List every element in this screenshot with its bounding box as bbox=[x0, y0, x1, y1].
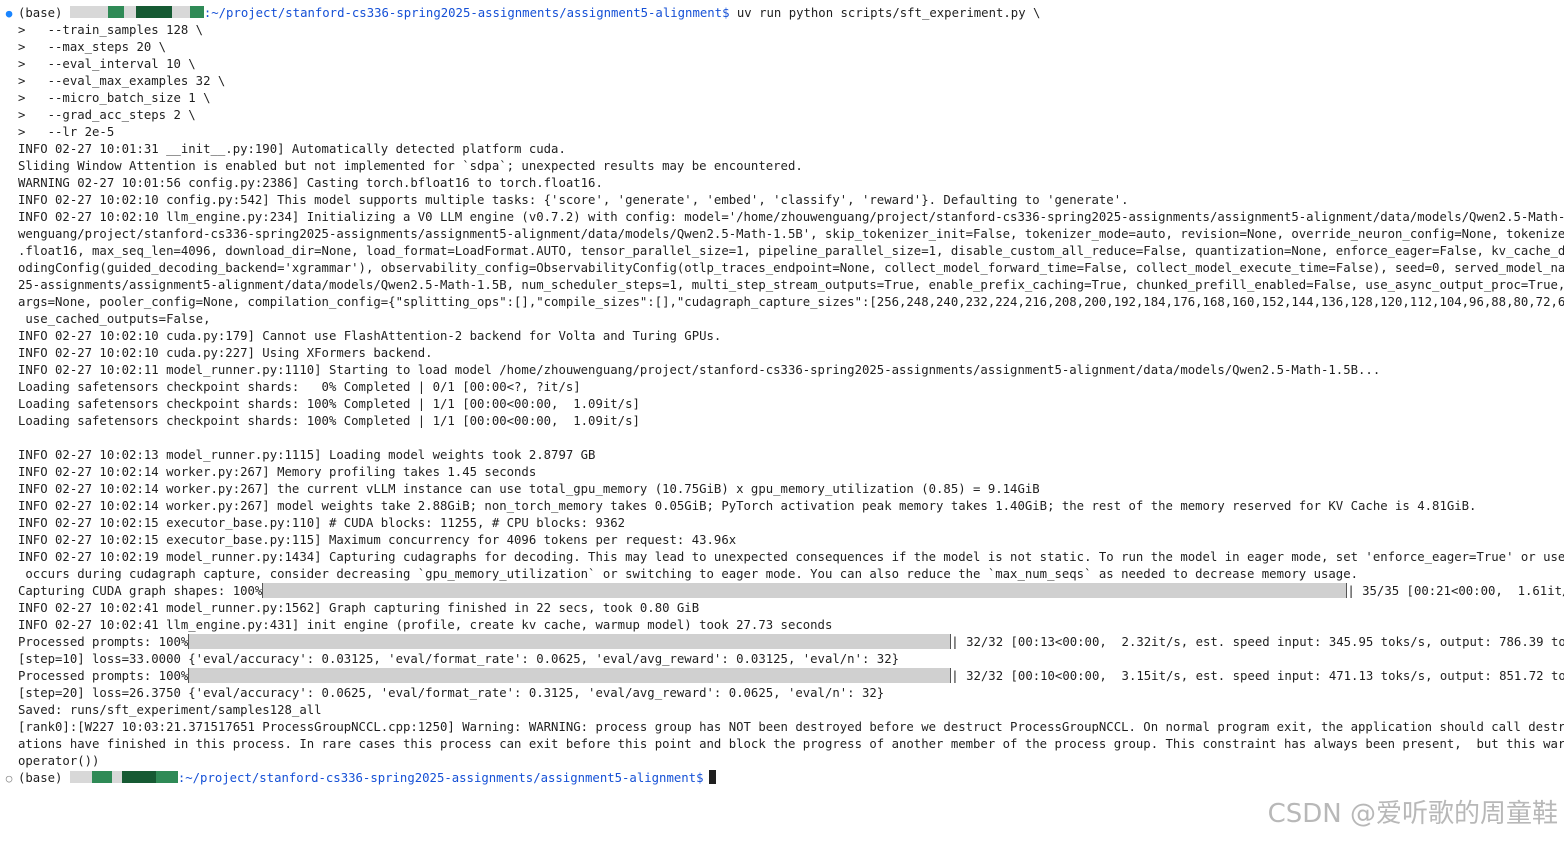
log-line: INFO 02-27 10:01:31 __init__.py:190] Aut… bbox=[18, 142, 566, 156]
redacted-block bbox=[107, 6, 124, 18]
redacted-hostname bbox=[135, 6, 172, 18]
progress-stats: | 32/32 [00:10<00:00, 3.15it/s, est. spe… bbox=[951, 669, 1564, 683]
progress-stats: | 35/35 [00:21<00:00, 1.61it/s] bbox=[1347, 584, 1564, 598]
cuda-graph-progress: Capturing CUDA graph shapes: 100% | 35/35… bbox=[0, 583, 1564, 600]
redacted-block bbox=[123, 6, 136, 18]
progress-label: Processed prompts: 100% bbox=[18, 635, 189, 649]
conda-env: (base) bbox=[18, 771, 63, 785]
log-line: odingConfig(guided_decoding_backend='xgr… bbox=[18, 261, 1564, 275]
log-line: INFO 02-27 10:02:15 executor_base.py:110… bbox=[18, 516, 626, 530]
log-line: Saved: runs/sft_experiment/samples128_al… bbox=[18, 703, 322, 717]
progress-label: Processed prompts: 100% bbox=[18, 669, 189, 683]
log-line: INFO 02-27 10:02:41 model_runner.py:1562… bbox=[18, 601, 700, 615]
redacted-block bbox=[91, 771, 112, 783]
log-line: INFO 02-27 10:02:10 cuda.py:179] Cannot … bbox=[18, 329, 722, 343]
log-line: INFO 02-27 10:02:15 executor_base.py:115… bbox=[18, 533, 737, 547]
command-line: ● (base) :~/project/stanford-cs336-sprin… bbox=[0, 5, 1564, 22]
redacted-username bbox=[69, 6, 108, 18]
log-line: INFO 02-27 10:02:14 worker.py:267] Memor… bbox=[18, 465, 537, 479]
log-line: 25-assignments/assignment5-alignment/dat… bbox=[18, 278, 1564, 292]
log-line: Sliding Window Attention is enabled but … bbox=[18, 159, 803, 173]
redacted-hostname bbox=[121, 771, 156, 783]
log-line: occurs during cudagraph capture, conside… bbox=[18, 567, 1359, 581]
redacted-block bbox=[189, 6, 204, 18]
log-line: wenguang/project/stanford-cs336-spring20… bbox=[18, 227, 1564, 241]
cwd-path: :~/project/stanford-cs336-spring2025-ass… bbox=[177, 771, 704, 785]
progress-label: Capturing CUDA graph shapes: 100% bbox=[18, 584, 263, 598]
log-line: INFO 02-27 10:02:10 config.py:542] This … bbox=[18, 193, 1129, 207]
log-line: Loading safetensors checkpoint shards: 0… bbox=[18, 380, 581, 394]
progress-bar bbox=[188, 668, 952, 683]
cwd-path: :~/project/stanford-cs336-spring2025-ass… bbox=[203, 6, 730, 20]
prompts-progress-2: Processed prompts: 100% | 32/32 [00:10<00… bbox=[0, 668, 1564, 685]
prompts-progress-1: Processed prompts: 100% | 32/32 [00:13<00… bbox=[0, 634, 1564, 651]
argument-line: > --lr 2e-5 bbox=[18, 125, 115, 139]
csdn-watermark: CSDN @爱听歌的周童鞋 bbox=[1267, 799, 1558, 829]
argument-line: > --train_samples 128 \ bbox=[18, 23, 204, 37]
log-line: INFO 02-27 10:02:10 cuda.py:227] Using X… bbox=[18, 346, 433, 360]
log-line: INFO 02-27 10:02:11 model_runner.py:1110… bbox=[18, 363, 1381, 377]
log-line: WARNING 02-27 10:01:56 config.py:2386] C… bbox=[18, 176, 603, 190]
log-line: operator()) bbox=[18, 754, 100, 768]
log-line: .float16, max_seq_len=4096, download_dir… bbox=[18, 244, 1564, 258]
argument-line: > --grad_acc_steps 2 \ bbox=[18, 108, 196, 122]
terminal-output[interactable]: ● (base) :~/project/stanford-cs336-sprin… bbox=[0, 0, 1564, 791]
log-line: INFO 02-27 10:02:41 llm_engine.py:431] i… bbox=[18, 618, 833, 632]
log-line: INFO 02-27 10:02:14 worker.py:267] model… bbox=[18, 499, 1477, 513]
log-line: args=None, pooler_config=None, compilati… bbox=[18, 295, 1564, 309]
progress-bar bbox=[188, 634, 952, 649]
log-line: INFO 02-27 10:02:10 llm_engine.py:234] I… bbox=[18, 210, 1564, 224]
argument-line: > --eval_max_examples 32 \ bbox=[18, 74, 226, 88]
progress-stats: | 32/32 [00:13<00:00, 2.32it/s, est. spe… bbox=[951, 635, 1564, 649]
eval-result-step-20: [step=20] loss=26.3750 {'eval/accuracy':… bbox=[18, 686, 885, 700]
log-line: INFO 02-27 10:02:19 model_runner.py:1434… bbox=[18, 550, 1564, 564]
prompt-status-dot-icon[interactable]: ○ bbox=[1, 770, 17, 787]
log-line: INFO 02-27 10:02:13 model_runner.py:1115… bbox=[18, 448, 596, 462]
redacted-block bbox=[171, 6, 190, 18]
command-status-dot-icon[interactable]: ● bbox=[1, 5, 17, 22]
conda-env: (base) bbox=[18, 6, 63, 20]
progress-bar bbox=[262, 583, 1348, 598]
redacted-block bbox=[155, 771, 178, 783]
eval-result-step-10: [step=10] loss=33.0000 {'eval/accuracy':… bbox=[18, 652, 899, 666]
text-cursor[interactable] bbox=[709, 770, 717, 784]
argument-line: > --micro_batch_size 1 \ bbox=[18, 91, 211, 105]
log-line: use_cached_outputs=False, bbox=[18, 312, 211, 326]
argument-line: > --eval_interval 10 \ bbox=[18, 57, 196, 71]
redacted-username bbox=[69, 771, 92, 783]
log-line: Loading safetensors checkpoint shards: 1… bbox=[18, 397, 640, 411]
redacted-block bbox=[111, 771, 122, 783]
shell-prompt[interactable]: ○ (base) :~/project/stanford-cs336-sprin… bbox=[0, 770, 1564, 787]
log-line: Loading safetensors checkpoint shards: 1… bbox=[18, 414, 640, 428]
log-line: INFO 02-27 10:02:14 worker.py:267] the c… bbox=[18, 482, 1040, 496]
log-line: ations have finished in this process. In… bbox=[18, 737, 1564, 751]
argument-line: > --max_steps 20 \ bbox=[18, 40, 167, 54]
log-line: [rank0]:[W227 10:03:21.371517651 Process… bbox=[18, 720, 1564, 734]
command-text: uv run python scripts/sft_experiment.py … bbox=[729, 6, 1041, 20]
